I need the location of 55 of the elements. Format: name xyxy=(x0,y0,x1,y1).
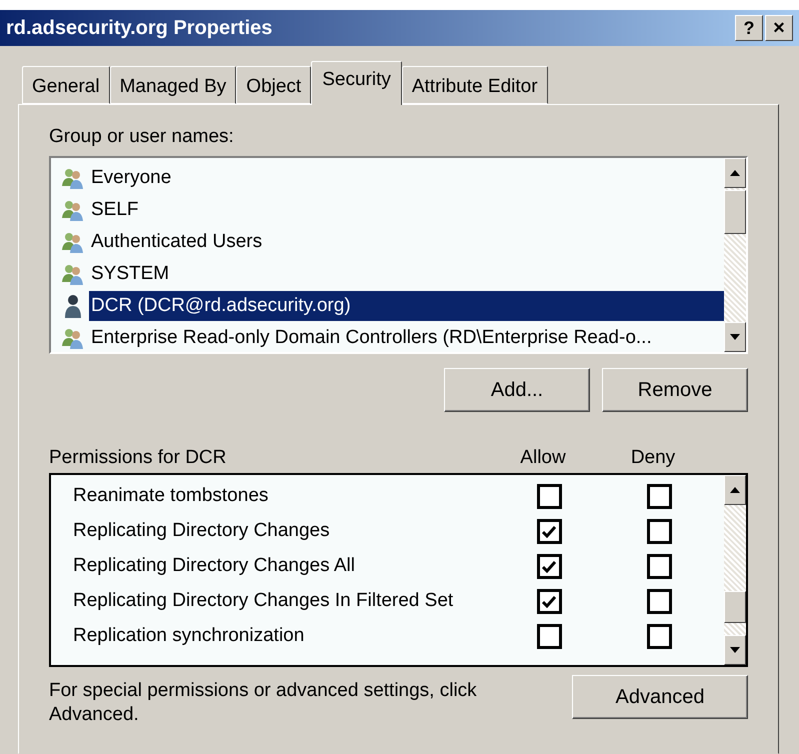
user-list-item[interactable]: Authenticated Users xyxy=(89,227,264,257)
scroll-up-button[interactable] xyxy=(724,475,746,505)
scroll-up-button[interactable] xyxy=(724,158,746,188)
section-label: Group or user names: xyxy=(49,127,235,146)
checkmark-icon xyxy=(542,560,556,572)
users-icon xyxy=(61,326,85,350)
checkbox[interactable] xyxy=(536,554,562,579)
user-list-item[interactable]: DCR (DCR@rd.adsecurity.org) xyxy=(89,291,724,321)
checkmark-icon xyxy=(542,526,556,538)
action-button[interactable]: Remove xyxy=(602,368,748,412)
checkbox[interactable] xyxy=(646,589,672,614)
advanced-button[interactable]: Advanced xyxy=(572,675,748,719)
permission-name: Replicating Directory Changes In Filtered Set xyxy=(73,589,454,614)
checkmark-icon xyxy=(542,596,556,608)
column-header: Deny xyxy=(630,448,676,467)
permission-name: Replicating Directory Changes xyxy=(73,519,331,544)
column-header: Allow xyxy=(519,448,567,467)
help-text: For special permissions or advanced settings, click Advanced. xyxy=(49,679,478,727)
users-icon xyxy=(61,198,85,222)
arrow-up-icon xyxy=(730,487,740,493)
action-button[interactable]: Add... xyxy=(444,368,590,412)
permission-name: Replication synchronization xyxy=(73,624,306,648)
window-title: rd.adsecurity.org Properties xyxy=(6,16,272,41)
checkbox[interactable] xyxy=(536,484,562,509)
checkbox[interactable] xyxy=(536,519,562,544)
checkbox[interactable] xyxy=(646,484,672,509)
arrow-down-icon xyxy=(730,647,740,653)
user-list-item[interactable]: SYSTEM xyxy=(89,259,172,289)
tab[interactable]: Object xyxy=(236,66,312,104)
checkbox[interactable] xyxy=(646,554,672,579)
scroll-down-button[interactable] xyxy=(724,635,746,665)
scroll-thumb[interactable] xyxy=(724,591,746,623)
user-list-item[interactable]: Everyone xyxy=(89,163,174,193)
scroll-thumb[interactable] xyxy=(724,190,746,234)
user-list-item[interactable]: SELF xyxy=(89,195,141,225)
help-button[interactable]: ? xyxy=(735,15,763,41)
tab[interactable]: General xyxy=(22,66,110,104)
checkbox[interactable] xyxy=(646,624,672,649)
tab[interactable]: Attribute Editor xyxy=(402,66,548,104)
checkbox[interactable] xyxy=(536,624,562,649)
permission-name: Replicating Directory Changes All xyxy=(73,554,356,578)
arrow-up-icon xyxy=(730,170,740,176)
section-label: Permissions for DCR xyxy=(49,448,228,467)
close-button[interactable]: × xyxy=(765,15,793,41)
permission-name: Reanimate tombstones xyxy=(73,484,270,508)
scroll-down-button[interactable] xyxy=(724,322,746,352)
checkbox[interactable] xyxy=(536,589,562,614)
tab[interactable]: Security xyxy=(311,61,402,105)
users-icon xyxy=(61,166,85,190)
users-icon xyxy=(61,230,85,254)
checkbox[interactable] xyxy=(646,519,672,544)
tab[interactable]: Managed By xyxy=(110,66,236,104)
users-icon xyxy=(61,262,85,286)
user-list-item[interactable]: Enterprise Read-only Domain Controllers (RD\Enterprise Read-o... xyxy=(89,323,654,352)
arrow-down-icon xyxy=(730,334,740,340)
